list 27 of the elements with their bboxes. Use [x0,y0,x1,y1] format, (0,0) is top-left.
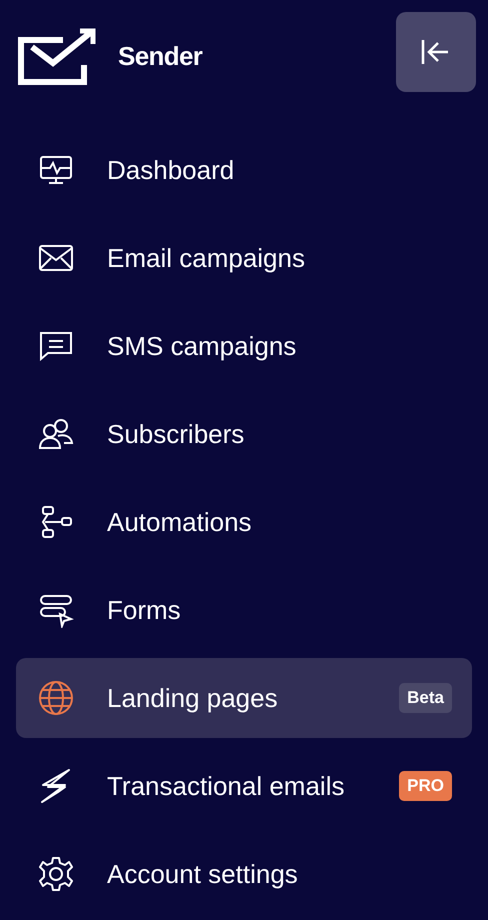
globe-icon [38,680,74,716]
nav-item[interactable]: Email campaigns [16,218,472,298]
gear-icon [38,856,74,892]
nav-label: SMS campaigns [107,330,298,362]
logo-icon [18,27,96,85]
collapse-button[interactable] [396,12,476,92]
nav-label: Subscribers [107,418,246,450]
beta-badge: Beta [399,683,452,713]
nav-item[interactable]: Automations [16,482,472,562]
nav-item[interactable]: Forms [16,570,472,650]
nav-item[interactable]: Subscribers [16,394,472,474]
nav-item[interactable]: Dashboard [16,130,472,210]
nav-label: Account settings [107,858,299,890]
nav-label: Forms [107,594,182,626]
nav-item[interactable]: Account settings [16,834,472,914]
people-icon [38,416,74,452]
form-icon [38,592,74,628]
pro-badge: PRO [399,771,452,801]
nav-label: Email campaigns [107,242,306,274]
nav-label: Automations [107,506,253,538]
nav-label: Transactional emails [107,770,346,802]
nav-label: Dashboard [107,154,236,186]
nav-item[interactable]: Landing pages Beta [16,658,472,738]
nav-item[interactable]: Transactional emails PRO [16,746,472,826]
brand-name: Sender [118,40,202,72]
nav-item[interactable]: SMS campaigns [16,306,472,386]
nav-label: Landing pages [107,682,279,714]
